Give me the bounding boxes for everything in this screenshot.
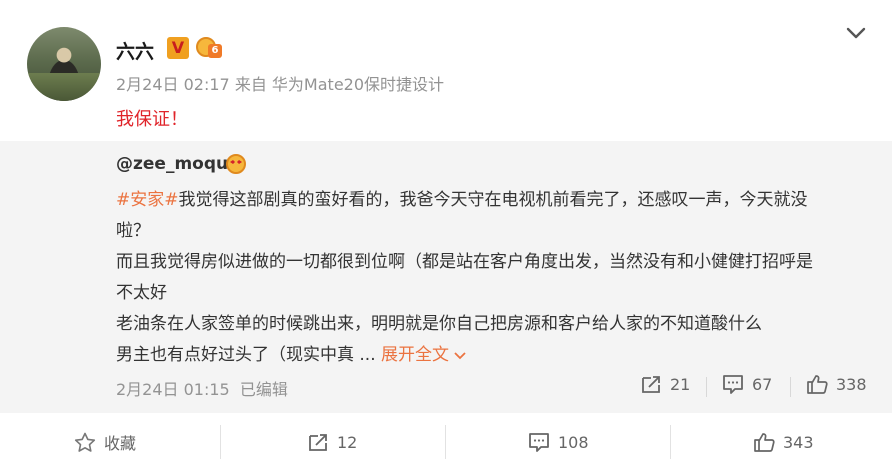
- quoted-comment-button[interactable]: 67: [722, 374, 772, 394]
- thumbs-up-icon: [754, 433, 775, 452]
- quoted-text-line: 不太好: [116, 283, 167, 303]
- emoji-badge-icon: [226, 154, 248, 176]
- quoted-text-line: 啦？: [116, 221, 150, 241]
- expand-full-text-link[interactable]: 展开全文: [381, 345, 467, 365]
- post-username[interactable]: 六六: [116, 37, 154, 64]
- quoted-meta: 2月24日 01:15 已编辑: [116, 376, 288, 400]
- post-text: 我保证！: [116, 109, 188, 130]
- quoted-like-button[interactable]: 338: [806, 374, 867, 394]
- divider: [790, 377, 791, 397]
- quoted-text-line: #安家#我觉得这部剧真的蛮好看的，我爸今天守在电视机前看完了，还感叹一声，今天就…: [116, 190, 808, 210]
- repost-icon: [309, 434, 327, 451]
- divider: [670, 425, 671, 459]
- quoted-text-line: 男主也有点好过头了（现实中真 ... 展开全文: [116, 340, 467, 365]
- chevron-down-icon[interactable]: [846, 26, 866, 40]
- quoted-time[interactable]: 2月24日 01:15: [116, 380, 230, 399]
- verified-badge-icon: V: [167, 37, 189, 59]
- repost-button[interactable]: 12: [307, 430, 357, 454]
- post-time[interactable]: 2月24日 02:17: [116, 75, 230, 94]
- favorite-button[interactable]: 收藏: [74, 430, 136, 454]
- quoted-username[interactable]: @zee_moqu: [116, 154, 228, 174]
- hashtag-link[interactable]: #安家#: [116, 190, 179, 210]
- like-button[interactable]: 343: [753, 430, 814, 454]
- quoted-text-line: 而且我觉得房似进做的一切都很到位啊（都是站在客户角度出发，当然没有和小健健打招呼…: [116, 252, 813, 272]
- edited-label: 已编辑: [239, 380, 288, 399]
- post-meta: 2月24日 02:17 来自 华为Mate20保时捷设计: [116, 71, 444, 95]
- avatar-photo: [27, 73, 101, 101]
- divider: [445, 425, 446, 459]
- avatar[interactable]: [27, 27, 101, 101]
- thumbs-up-icon: [807, 375, 828, 394]
- divider: [220, 425, 221, 459]
- divider: [706, 377, 707, 397]
- quoted-text-line: 老油条在人家签单的时候跳出来，明明就是你自己把房源和客户给人家的不知道酸什么: [116, 314, 762, 334]
- repost-icon: [642, 376, 660, 393]
- comment-button[interactable]: 108: [528, 430, 589, 454]
- level-badge-icon: 6: [196, 35, 224, 59]
- quoted-repost-button[interactable]: 21: [640, 374, 690, 394]
- comment-icon: [723, 375, 743, 394]
- post-source: 来自 华为Mate20保时捷设计: [234, 75, 445, 94]
- quoted-post[interactable]: @zee_moqu #安家#我觉得这部剧真的蛮好看的，我爸今天守在电视机前看完了…: [0, 141, 892, 413]
- star-icon: [74, 432, 96, 452]
- chevron-down-icon: [454, 351, 467, 359]
- comment-icon: [529, 433, 549, 452]
